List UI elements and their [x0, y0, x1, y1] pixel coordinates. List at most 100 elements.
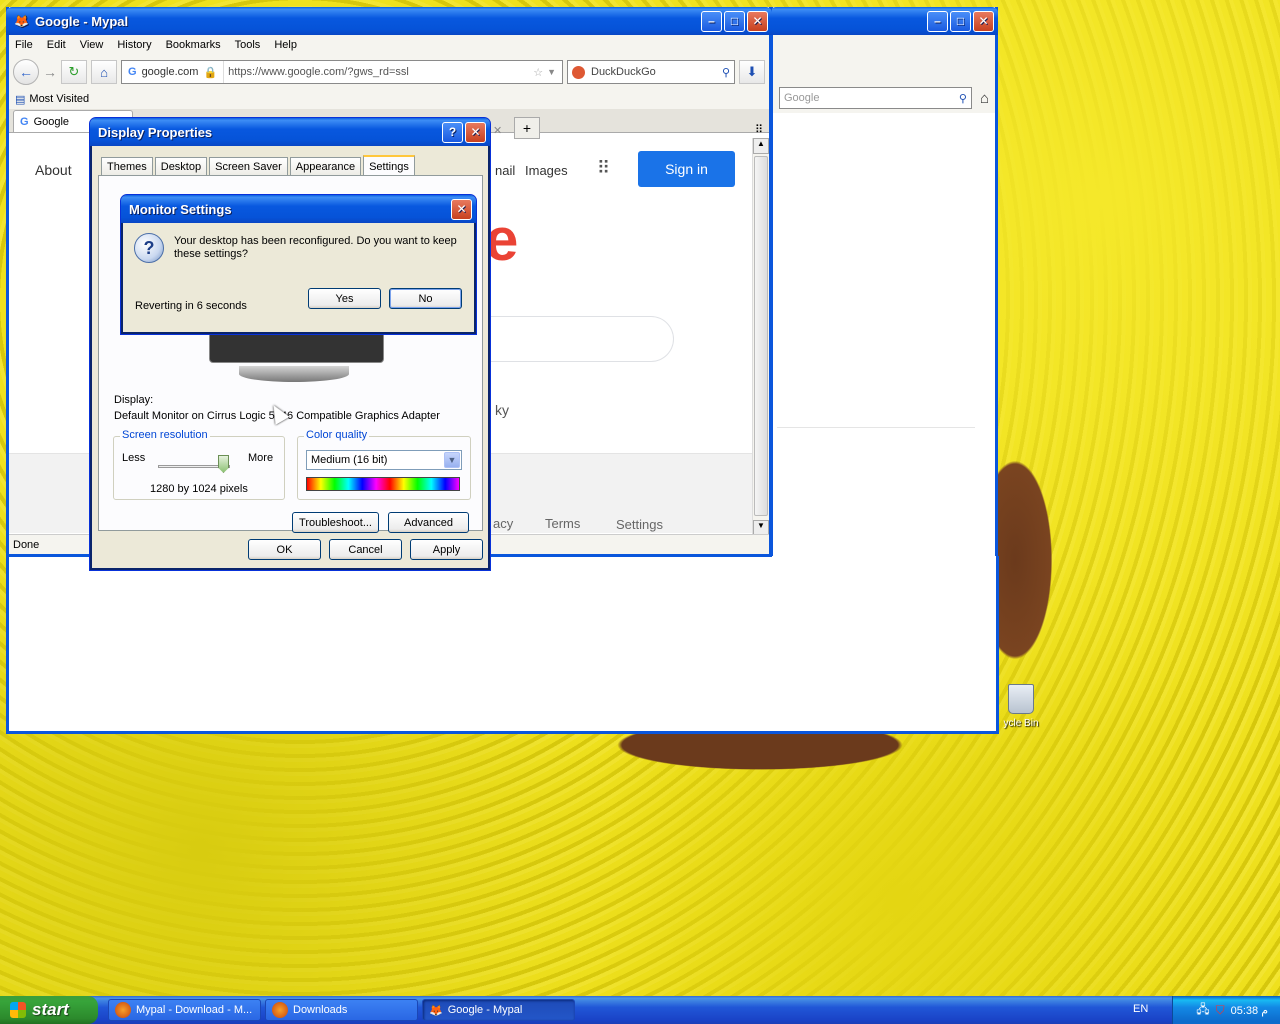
menu-history[interactable]: History	[117, 39, 151, 51]
menu-view[interactable]: View	[80, 39, 104, 51]
duckduckgo-icon	[572, 65, 585, 79]
message-text: Your desktop has been reconfigured. Do y…	[174, 235, 457, 260]
language-indicator[interactable]: EN	[1133, 1003, 1148, 1015]
tab-themes[interactable]: Themes	[101, 157, 153, 176]
no-button[interactable]: No	[389, 288, 462, 309]
color-quality-group: Color quality Medium (16 bit) ▼	[297, 429, 471, 500]
screen-resolution-title: Screen resolution	[120, 429, 210, 441]
recycle-bin-icon	[1008, 684, 1034, 714]
bookmark-star-icon[interactable]: ☆	[533, 66, 547, 79]
ok-button[interactable]: OK	[248, 539, 321, 560]
url-bar[interactable]: G google.com 🔒 https://www.google.com/?g…	[121, 60, 563, 84]
bookmarks-toolbar: ▤ Most Visited	[9, 89, 769, 109]
status-text: Done	[13, 538, 40, 551]
advanced-button[interactable]: Advanced	[388, 512, 469, 533]
close-icon[interactable]: ✕	[465, 121, 486, 143]
taskbar: start Mypal - Download - M... Downloads …	[0, 996, 1280, 1024]
maximize-icon[interactable]: □	[724, 10, 745, 32]
network-icon[interactable]: 🖧	[1196, 1000, 1209, 1021]
menu-tools[interactable]: Tools	[235, 39, 261, 51]
most-visited-link[interactable]: Most Visited	[29, 93, 89, 105]
browser-titlebar[interactable]: 🦊 Google - Mypal – □ ✕	[6, 7, 772, 35]
home-icon[interactable]: ⌂	[980, 90, 989, 107]
settings-link[interactable]: Settings	[616, 517, 663, 532]
start-button[interactable]: start	[0, 996, 98, 1024]
apply-button[interactable]: Apply	[410, 539, 483, 560]
sign-in-button[interactable]: Sign in	[638, 151, 735, 187]
menu-help[interactable]: Help	[274, 39, 297, 51]
fox-icon: 🦊	[14, 14, 29, 28]
menu-file[interactable]: File	[15, 39, 33, 51]
scroll-up-icon[interactable]: ▲	[753, 138, 769, 154]
taskbar-item-downloads[interactable]: Downloads	[265, 999, 418, 1021]
dialog-title: Display Properties	[98, 124, 213, 140]
about-link[interactable]: About	[35, 162, 72, 178]
cancel-button[interactable]: Cancel	[329, 539, 402, 560]
reload-icon: ↻	[68, 64, 80, 79]
close-icon[interactable]: ✕	[451, 198, 472, 220]
mypal-icon	[272, 1002, 288, 1018]
minimize-icon[interactable]: –	[701, 10, 722, 32]
mypal-icon	[115, 1002, 131, 1018]
tab-settings[interactable]: Settings	[363, 155, 415, 177]
back-button[interactable]: ←	[13, 59, 39, 85]
forward-button[interactable]: →	[43, 64, 57, 80]
tab-close-icon[interactable]: ✕	[493, 124, 502, 137]
chevron-down-icon[interactable]: ▼	[444, 452, 460, 468]
dropdown-icon[interactable]: ▼	[547, 67, 562, 77]
tab-appearance[interactable]: Appearance	[289, 157, 362, 176]
menu-edit[interactable]: Edit	[47, 39, 66, 51]
recycle-bin[interactable]: ycle Bin	[996, 684, 1046, 729]
back-arrow-icon: ←	[19, 64, 33, 80]
search-icon[interactable]: ⚲	[722, 66, 730, 79]
display-properties-dialog[interactable]: Display Properties ? ✕ Themes Desktop Sc…	[89, 117, 491, 571]
close-icon[interactable]: ✕	[973, 10, 994, 32]
search-icon: ⚲	[958, 92, 967, 105]
taskbar-item-google-mypal[interactable]: 🦊 Google - Mypal	[422, 999, 575, 1021]
taskbar-item-mypal-download[interactable]: Mypal - Download - M...	[108, 999, 261, 1021]
close-icon[interactable]: ✕	[747, 10, 768, 32]
monitor-stand	[239, 366, 349, 382]
tab-list-icon[interactable]: ⠿	[755, 123, 763, 136]
gmail-link[interactable]: nail	[495, 163, 515, 178]
vertical-scrollbar[interactable]: ▲ ▼	[752, 138, 769, 536]
display-properties-titlebar[interactable]: Display Properties ? ✕	[90, 118, 490, 146]
menu-bookmarks[interactable]: Bookmarks	[166, 39, 221, 51]
privacy-link[interactable]: acy	[493, 516, 513, 531]
url-text[interactable]: https://www.google.com/?gws_rd=ssl	[224, 66, 533, 78]
color-quality-select[interactable]: Medium (16 bit) ▼	[306, 450, 462, 470]
menu-bar: File Edit View History Bookmarks Tools H…	[9, 35, 769, 55]
system-tray: 🖧 ⛉ 05:38 م	[1172, 996, 1280, 1024]
monitor-settings-titlebar[interactable]: Monitor Settings ✕	[121, 195, 476, 223]
google-favicon-icon: G	[128, 66, 137, 78]
minimize-icon[interactable]: –	[927, 10, 948, 32]
site-identity[interactable]: G google.com 🔒	[122, 61, 225, 83]
reload-button[interactable]: ↻	[61, 60, 87, 84]
scroll-thumb[interactable]	[754, 156, 768, 516]
search-input[interactable]: Google ⚲	[779, 87, 972, 109]
resolution-slider-thumb[interactable]	[218, 455, 229, 473]
maximize-icon[interactable]: □	[950, 10, 971, 32]
clock[interactable]: 05:38 م	[1231, 1004, 1268, 1017]
terms-link[interactable]: Terms	[545, 516, 580, 531]
monitor-settings-dialog[interactable]: Monitor Settings ✕ ? Your desktop has be…	[120, 194, 477, 335]
security-shield-icon[interactable]: ⛉	[1216, 1003, 1225, 1018]
browser-window-lower	[6, 556, 999, 734]
tab-desktop[interactable]: Desktop	[154, 157, 208, 176]
home-button[interactable]: ⌂	[91, 60, 117, 84]
tab-screen-saver[interactable]: Screen Saver	[209, 157, 288, 176]
yes-button[interactable]: Yes	[308, 288, 381, 309]
help-icon[interactable]: ?	[442, 121, 463, 143]
color-spectrum-bar	[306, 477, 460, 491]
new-tab-button[interactable]: +	[514, 117, 540, 139]
images-link[interactable]: Images	[525, 163, 568, 178]
browser-back-titlebar[interactable]: – □ ✕	[770, 7, 998, 35]
display-label: Display:	[114, 394, 154, 406]
search-engine-bar[interactable]: DuckDuckGo ⚲	[567, 60, 735, 84]
recycle-bin-label: ycle Bin	[1003, 718, 1039, 729]
apps-grid-icon[interactable]: ⠿	[597, 158, 610, 179]
lucky-button[interactable]: ky	[495, 402, 509, 418]
downloads-button[interactable]: ⬇	[739, 60, 765, 84]
troubleshoot-button[interactable]: Troubleshoot...	[292, 512, 379, 533]
google-favicon-icon: G	[20, 115, 29, 128]
